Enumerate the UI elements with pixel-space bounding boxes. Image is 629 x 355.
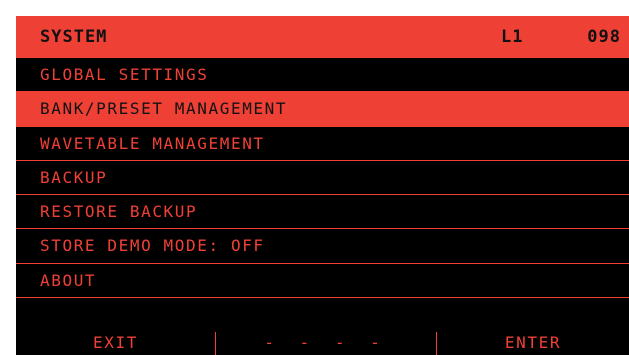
menu-item-about[interactable]: ABOUT	[16, 264, 629, 298]
footer-bar: EXIT - - - - ENTER	[16, 332, 629, 355]
header-bar: SYSTEM L1 098	[16, 16, 629, 58]
display-screen: SYSTEM L1 098 GLOBAL SETTINGS BANK/PRESE…	[16, 16, 629, 355]
menu-item-label: BANK/PRESET MANAGEMENT	[40, 99, 288, 119]
menu-list: GLOBAL SETTINGS BANK/PRESET MANAGEMENT W…	[16, 58, 629, 298]
bank-indicator: L1	[501, 27, 524, 47]
menu-item-label: RESTORE BACKUP	[40, 202, 198, 221]
menu-item-store-demo-mode[interactable]: STORE DEMO MODE: OFF	[16, 229, 629, 264]
menu-item-label: STORE DEMO MODE: OFF	[40, 236, 265, 256]
menu-item-wavetable-management[interactable]: WAVETABLE MANAGEMENT	[16, 127, 629, 161]
menu-item-global-settings[interactable]: GLOBAL SETTINGS	[16, 58, 629, 93]
menu-item-label: ABOUT	[40, 270, 97, 290]
middle-softkey[interactable]: - - - -	[216, 332, 437, 355]
menu-item-label: WAVETABLE MANAGEMENT	[40, 133, 265, 153]
menu-item-restore-backup[interactable]: RESTORE BACKUP	[16, 195, 629, 230]
enter-button[interactable]: ENTER	[437, 332, 629, 355]
menu-item-bank-preset-management[interactable]: BANK/PRESET MANAGEMENT	[16, 92, 629, 127]
preset-number: 098	[587, 27, 621, 47]
menu-item-backup[interactable]: BACKUP	[16, 161, 629, 195]
exit-button[interactable]: EXIT	[16, 332, 216, 355]
menu-item-label: GLOBAL SETTINGS	[40, 65, 209, 84]
page-title: SYSTEM	[40, 27, 108, 47]
menu-item-label: BACKUP	[40, 167, 108, 187]
